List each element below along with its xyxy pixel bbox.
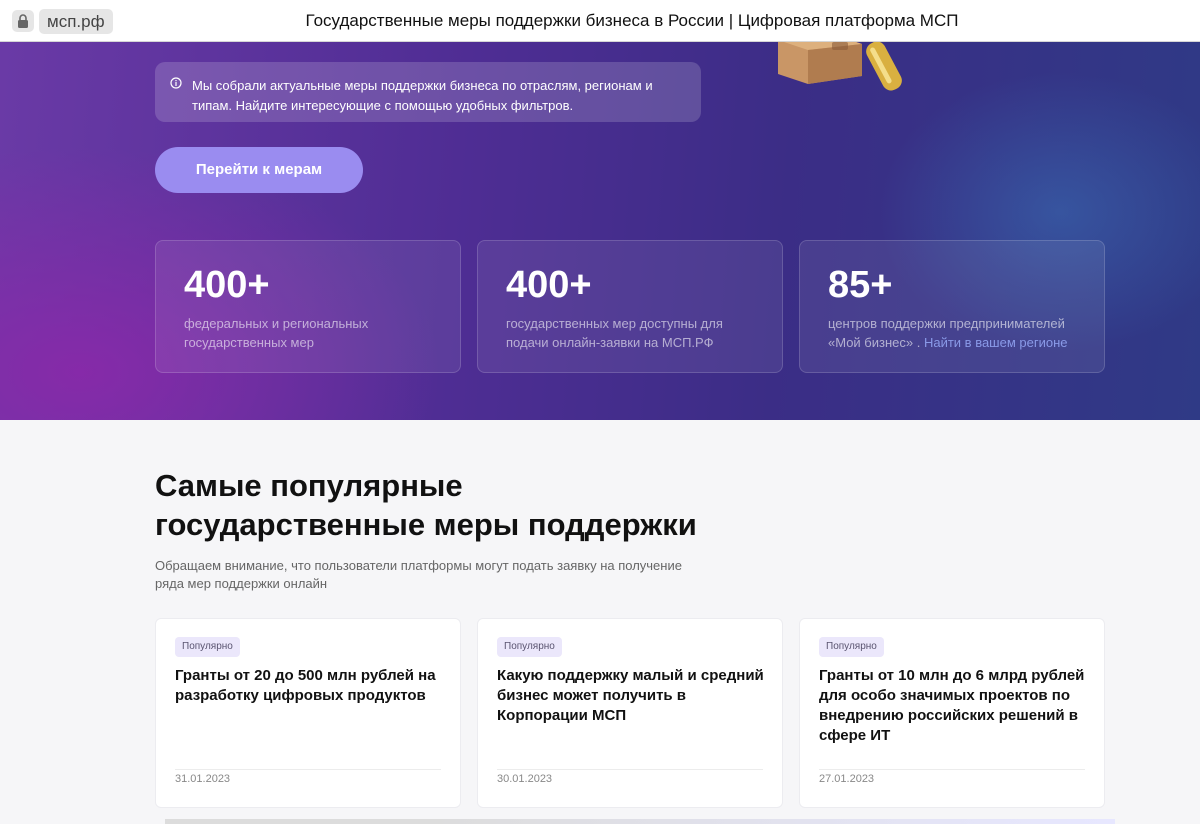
measure-card[interactable]: Популярно Гранты от 20 до 500 млн рублей… — [155, 618, 461, 808]
measure-card[interactable]: Популярно Какую поддержку малый и средни… — [477, 618, 783, 808]
stat-value: 400+ — [506, 264, 592, 306]
go-to-measures-button[interactable]: Перейти к мерам — [155, 147, 363, 193]
stat-description: федеральных и региональных государственн… — [184, 316, 369, 350]
info-text: Мы собрали актуальные меры поддержки биз… — [192, 78, 653, 113]
browser-topbar: мсп.рф Государственные меры поддержки би… — [0, 0, 1200, 42]
title-line: Самые популярные — [155, 468, 463, 503]
popular-section-subtitle: Обращаем внимание, что пользователи плат… — [155, 557, 715, 593]
card-date: 27.01.2023 — [819, 773, 875, 785]
subtitle-line: Обращаем внимание, что пользователи плат… — [155, 558, 682, 573]
info-banner: Мы собрали актуальные меры поддержки биз… — [155, 62, 701, 122]
measure-card[interactable]: Популярно Гранты от 10 млн до 6 млрд руб… — [799, 618, 1105, 808]
card-divider — [175, 769, 441, 770]
stat-description: государственных мер доступны для подачи … — [506, 316, 723, 350]
subtitle-line: ряда мер поддержки онлайн — [155, 576, 328, 591]
decorative-illustration — [778, 42, 902, 91]
card-divider — [819, 769, 1085, 770]
stat-value: 85+ — [828, 264, 893, 306]
stat-card-federal: 400+ федеральных и региональных государс… — [155, 240, 461, 373]
horizontal-scrollbar[interactable] — [165, 819, 1115, 824]
info-icon — [170, 77, 182, 89]
card-title[interactable]: Гранты от 10 млн до 6 млрд рублей для ос… — [819, 666, 1091, 746]
popular-badge: Популярно — [175, 637, 240, 657]
card-title[interactable]: Гранты от 20 до 500 млн рублей на разраб… — [175, 666, 447, 706]
hero-section: Мы собрали актуальные меры поддержки биз… — [0, 42, 1200, 420]
stat-card-online: 400+ государственных мер доступны для по… — [477, 240, 783, 373]
window-title: Государственные меры поддержки бизнеса в… — [305, 11, 959, 30]
card-date: 30.01.2023 — [497, 773, 553, 785]
card-title[interactable]: Какую поддержку малый и средний бизнес м… — [497, 666, 769, 726]
stat-value: 400+ — [184, 264, 270, 306]
popular-badge: Популярно — [819, 637, 884, 657]
stat-card-centers: 85+ центров поддержки предпринимателей «… — [799, 240, 1105, 373]
find-region-link[interactable]: Найти в вашем регионе — [924, 335, 1068, 350]
card-divider — [497, 769, 763, 770]
popular-section-title: Самые популярные государственные меры по… — [155, 466, 855, 544]
stat-description: центров поддержки предпринимателей «Мой … — [828, 314, 1088, 352]
card-date: 31.01.2023 — [175, 773, 231, 785]
popular-badge: Популярно — [497, 637, 562, 657]
title-line: государственные меры поддержки — [155, 507, 697, 542]
